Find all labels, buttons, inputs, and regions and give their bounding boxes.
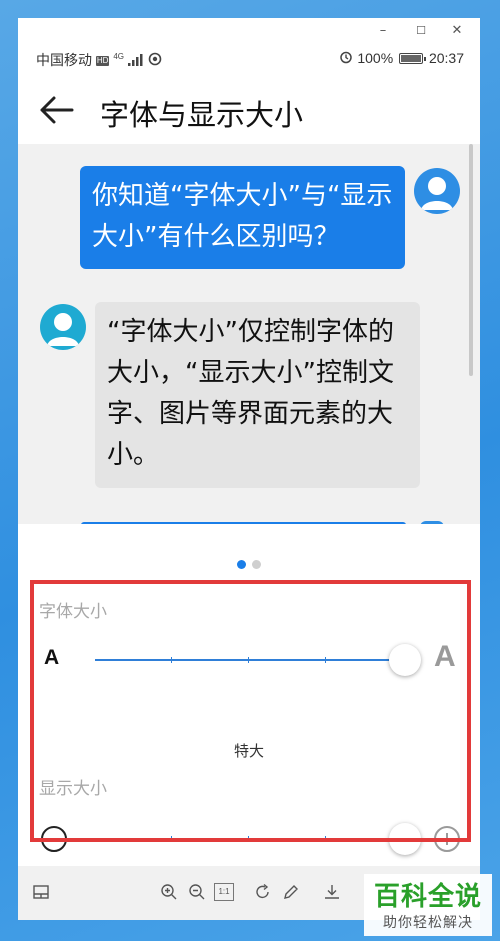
sync-icon — [148, 52, 162, 66]
back-button[interactable] — [38, 92, 78, 128]
display-size-slider-thumb[interactable] — [389, 823, 421, 855]
status-left: 中国移动 HD 4G — [36, 50, 162, 70]
alarm-icon — [340, 51, 353, 64]
close-button[interactable]: ✕ — [442, 18, 472, 44]
download-icon[interactable] — [323, 883, 341, 901]
slider-tick — [248, 657, 249, 663]
app-bar: 字体与显示大小 — [18, 74, 480, 144]
status-right: 100% 20:37 — [339, 50, 464, 66]
slider-tick — [325, 836, 326, 842]
carrier-name: 中国移动 — [36, 52, 92, 68]
display-size-label: 显示大小 — [39, 779, 107, 799]
slider-tick — [171, 657, 172, 663]
zoom-in-icon[interactable] — [160, 883, 178, 901]
display-size-slider-track[interactable] — [95, 838, 405, 840]
maximize-button[interactable]: ☐ — [406, 18, 436, 44]
scrollbar[interactable] — [469, 144, 473, 376]
font-size-slider-thumb[interactable] — [389, 644, 421, 676]
back-arrow-icon — [40, 96, 74, 124]
person-icon — [421, 177, 453, 210]
person-icon — [47, 313, 79, 346]
zoom-in-icon[interactable] — [433, 825, 461, 853]
font-size-label: 字体大小 — [39, 602, 107, 622]
signal-icon — [127, 54, 143, 66]
page-title: 字体与显示大小 — [100, 98, 304, 132]
edit-icon[interactable] — [282, 883, 300, 901]
battery-icon — [399, 53, 427, 64]
minimize-button[interactable]: – — [368, 18, 398, 44]
status-time: 20:37 — [428, 50, 464, 66]
actual-size-icon[interactable]: 1:1 — [214, 883, 234, 901]
answer-bubble: “字体大小”仅控制字体的大小，“显示大小”控制文字、图片等界面元素的大小。 — [95, 302, 420, 488]
watermark: 百科全说 助你轻松解决 — [364, 874, 492, 936]
next-bubble-peek — [81, 522, 406, 524]
slider-tick — [325, 657, 326, 663]
question-bubble: 你知道“字体大小”与“显示大小”有什么区别吗？ — [80, 166, 405, 269]
preview-chat-area[interactable]: 你知道“字体大小”与“显示大小”有什么区别吗？ “字体大小”仅控制字体的大小，“… — [18, 144, 480, 524]
zoom-out-icon[interactable] — [40, 825, 68, 853]
page-indicator — [18, 554, 480, 569]
page-dot[interactable] — [252, 560, 261, 569]
font-size-small-icon[interactable]: A — [44, 646, 59, 670]
font-size-large-icon[interactable]: A — [434, 640, 456, 674]
slider-tick — [171, 836, 172, 842]
font-size-slider-track[interactable] — [95, 659, 405, 661]
rotate-icon[interactable] — [254, 883, 272, 901]
watermark-title: 百科全说 — [373, 882, 482, 912]
user-avatar — [414, 168, 460, 214]
page-dot-active[interactable] — [237, 560, 246, 569]
assistant-avatar — [40, 304, 86, 350]
font-size-value: 特大 — [233, 742, 264, 760]
watermark-subtitle: 助你轻松解决 — [383, 915, 473, 931]
zoom-out-icon[interactable] — [188, 883, 206, 901]
phone-screen: 中国移动 HD 4G 100% 20:37 字体与显示大小 你知道“字体大小”与… — [18, 44, 480, 866]
hd-icon: HD — [95, 56, 110, 66]
battery-percent: 100% — [357, 50, 394, 66]
next-avatar-peek — [420, 521, 444, 524]
slider-tick — [248, 836, 249, 842]
size-settings-panel: 字体大小 A A 特大 显示大小 + — [18, 580, 480, 866]
panel-icon[interactable] — [32, 883, 50, 901]
network-type-label: 4G — [113, 52, 125, 61]
status-bar: 中国移动 HD 4G 100% 20:37 — [18, 44, 480, 74]
